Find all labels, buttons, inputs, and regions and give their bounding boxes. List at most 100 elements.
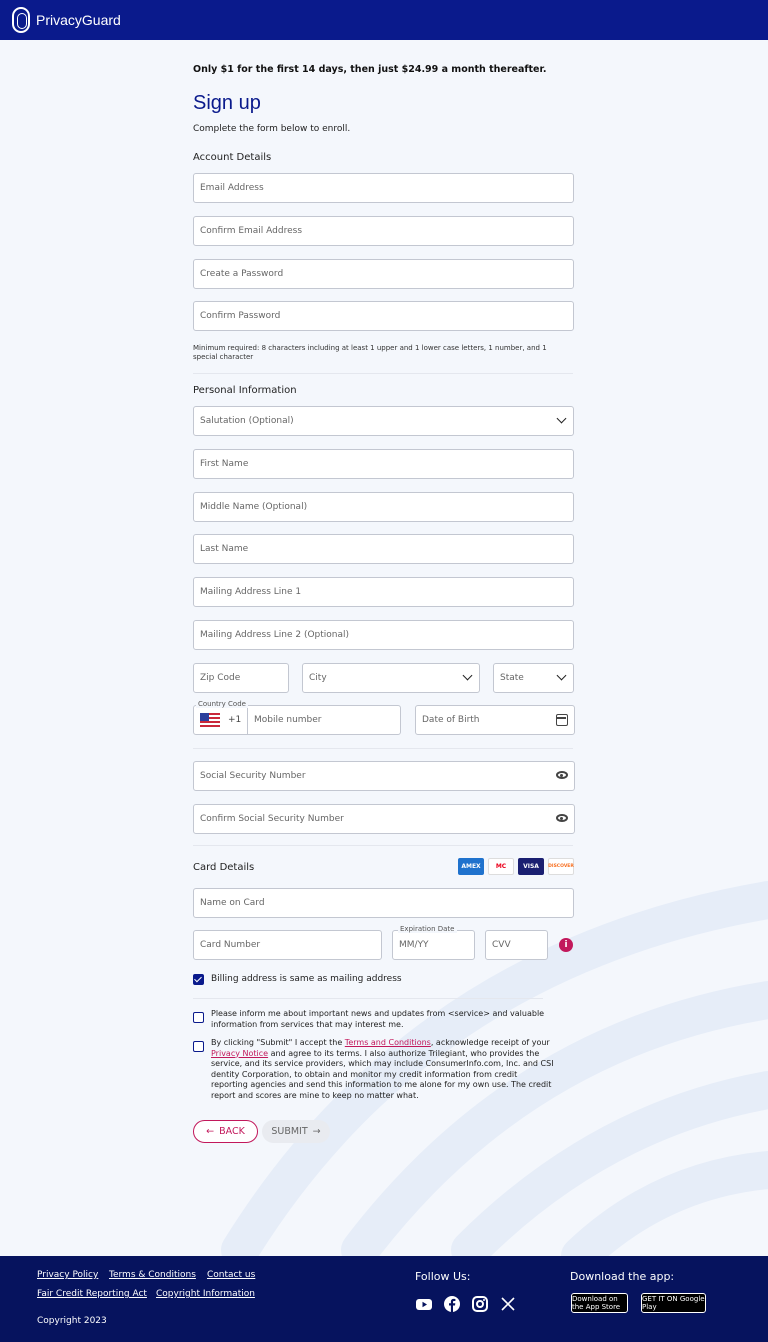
submit-button[interactable]: SUBMIT → — [262, 1120, 330, 1143]
terms-text-mid: , acknowledge receipt of your — [430, 1038, 550, 1047]
billing-same-checkbox[interactable] — [193, 974, 204, 985]
download-app-heading: Download the app: — [570, 1270, 675, 1283]
chevron-down-icon — [556, 670, 567, 681]
arrow-right-icon: → — [312, 1126, 321, 1137]
divider — [193, 998, 543, 999]
city-value: City — [309, 673, 327, 683]
brand-name[interactable]: PrivacyGuard — [36, 12, 121, 28]
card-number-placeholder: Card Number — [200, 940, 261, 950]
email-placeholder: Email Address — [200, 183, 264, 193]
instagram-icon[interactable] — [472, 1296, 488, 1312]
password-field[interactable]: Create a Password — [193, 259, 574, 289]
middle-name-placeholder: Middle Name (Optional) — [200, 502, 308, 512]
personal-info-heading: Personal Information — [193, 385, 297, 396]
middle-name-field[interactable]: Middle Name (Optional) — [193, 492, 574, 522]
divider — [193, 845, 573, 846]
facebook-icon[interactable] — [444, 1296, 460, 1312]
first-name-placeholder: First Name — [200, 459, 249, 469]
expiry-placeholder: MM/YY — [399, 940, 429, 950]
expiry-label: Expiration Date — [398, 925, 457, 933]
terms-link[interactable]: Terms and Conditions — [345, 1038, 431, 1047]
address-line1-placeholder: Mailing Address Line 1 — [200, 587, 302, 597]
name-on-card-field[interactable]: Name on Card — [193, 888, 574, 918]
page-title: Sign up — [193, 92, 261, 114]
us-flag-icon — [200, 713, 220, 727]
first-name-field[interactable]: First Name — [193, 449, 574, 479]
confirm-password-placeholder: Confirm Password — [200, 311, 281, 321]
phone-field: +1 Mobile number — [193, 705, 401, 735]
dob-field[interactable]: Date of Birth — [415, 705, 575, 735]
back-button-label: BACK — [219, 1126, 245, 1137]
confirm-ssn-placeholder: Confirm Social Security Number — [200, 814, 344, 824]
state-value: State — [500, 673, 524, 683]
chevron-down-icon — [556, 413, 567, 424]
back-button[interactable]: ← BACK — [193, 1120, 258, 1143]
newsletter-checkbox[interactable] — [193, 1012, 204, 1023]
calendar-icon[interactable] — [556, 714, 568, 726]
confirm-email-field[interactable]: Confirm Email Address — [193, 216, 574, 246]
country-code-label: Country Code — [196, 700, 248, 708]
state-select[interactable]: State — [493, 663, 574, 693]
confirm-password-field[interactable]: Confirm Password — [193, 301, 574, 331]
password-placeholder: Create a Password — [200, 269, 284, 279]
terms-label: By clicking "Submit" I accept the Terms … — [211, 1038, 556, 1101]
confirm-email-placeholder: Confirm Email Address — [200, 226, 303, 236]
newsletter-label: Please inform me about important news an… — [211, 1009, 545, 1029]
terms-checkbox[interactable] — [193, 1041, 204, 1052]
footer-link-copyright[interactable]: Copyright Information — [156, 1289, 255, 1299]
youtube-icon[interactable] — [416, 1296, 432, 1312]
follow-us-heading: Follow Us: — [415, 1270, 471, 1283]
footer-link-privacy-policy[interactable]: Privacy Policy — [37, 1270, 98, 1280]
zip-code-field[interactable]: Zip Code — [193, 663, 289, 693]
zip-code-placeholder: Zip Code — [200, 673, 241, 683]
privacy-notice-link[interactable]: Privacy Notice — [211, 1049, 268, 1058]
google-play-badge[interactable]: GET IT ON Google Play — [641, 1293, 706, 1313]
mobile-number-input[interactable]: Mobile number — [254, 715, 322, 725]
app-store-badge[interactable]: Download on the App Store — [571, 1293, 628, 1313]
promo-text: Only $1 for the first 14 days, then just… — [193, 64, 547, 75]
info-icon[interactable]: i — [559, 938, 573, 952]
page-subtitle: Complete the form below to enroll. — [193, 124, 351, 134]
mastercard-logo: MC — [488, 858, 514, 875]
expiry-field[interactable]: MM/YY — [392, 930, 475, 960]
country-code-select[interactable]: +1 — [194, 706, 248, 734]
cvv-placeholder: CVV — [492, 940, 511, 950]
divider — [193, 373, 573, 374]
cvv-field[interactable]: CVV — [485, 930, 548, 960]
account-details-heading: Account Details — [193, 152, 272, 163]
password-hint: Minimum required: 8 characters including… — [193, 344, 547, 361]
last-name-field[interactable]: Last Name — [193, 534, 574, 564]
visa-logo: VISA — [518, 858, 544, 875]
footer-link-fcra[interactable]: Fair Credit Reporting Act — [37, 1289, 147, 1299]
confirm-ssn-field[interactable]: Confirm Social Security Number — [193, 804, 575, 834]
x-icon[interactable] — [500, 1296, 516, 1312]
city-select[interactable]: City — [302, 663, 480, 693]
footer-link-terms[interactable]: Terms & Conditions — [109, 1270, 196, 1280]
top-header: PrivacyGuard — [0, 0, 768, 40]
dob-placeholder: Date of Birth — [422, 715, 480, 725]
last-name-placeholder: Last Name — [200, 544, 249, 554]
ssn-field[interactable]: Social Security Number — [193, 761, 575, 791]
eye-icon[interactable] — [556, 814, 568, 822]
eye-icon[interactable] — [556, 771, 568, 779]
arrow-left-icon: ← — [206, 1126, 215, 1137]
copyright-text: Copyright 2023 — [37, 1316, 107, 1326]
footer: Privacy Policy Terms & Conditions Contac… — [0, 1256, 768, 1342]
country-code-value: +1 — [228, 715, 242, 725]
card-number-field[interactable]: Card Number — [193, 930, 382, 960]
name-on-card-placeholder: Name on Card — [200, 898, 265, 908]
amex-logo: AMEX — [458, 858, 484, 875]
card-details-heading: Card Details — [193, 862, 255, 873]
email-field[interactable]: Email Address — [193, 173, 574, 203]
submit-button-label: SUBMIT — [271, 1126, 308, 1137]
fingerprint-logo-icon — [12, 7, 30, 33]
terms-text-pre: By clicking "Submit" I accept the — [211, 1038, 345, 1047]
chevron-down-icon — [462, 670, 473, 681]
salutation-select[interactable]: Salutation (Optional) — [193, 406, 574, 436]
address-line2-placeholder: Mailing Address Line 2 (Optional) — [200, 630, 350, 640]
salutation-value: Salutation (Optional) — [200, 416, 294, 426]
footer-link-contact[interactable]: Contact us — [207, 1270, 255, 1280]
address-line1-field[interactable]: Mailing Address Line 1 — [193, 577, 574, 607]
address-line2-field[interactable]: Mailing Address Line 2 (Optional) — [193, 620, 574, 650]
ssn-placeholder: Social Security Number — [200, 771, 306, 781]
